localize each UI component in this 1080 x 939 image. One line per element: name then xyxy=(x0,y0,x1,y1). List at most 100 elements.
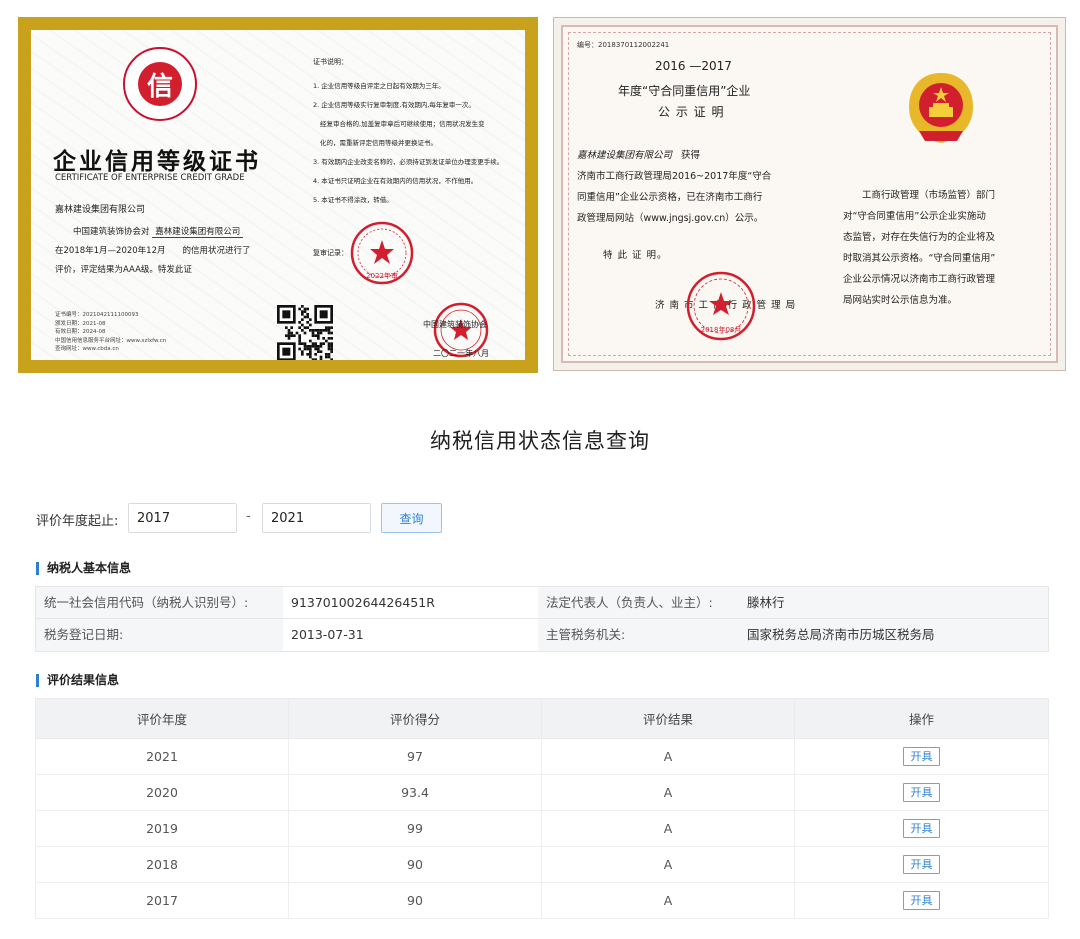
body-line: 态监管，对存在失信行为的企业将及 xyxy=(843,232,996,243)
taxpayer-basic-info: 统一社会信用代码（纳税人识别号）: 91370100264426451R 法定代… xyxy=(35,586,1049,652)
certificate-subtitle: CERTIFICATE OF ENTERPRISE CREDIT GRADE xyxy=(55,173,245,183)
meta-line: 有效日期：2024-08 xyxy=(55,329,106,335)
review-label: 复审记录： xyxy=(313,249,348,257)
table-row: 2018 90 A 开具 xyxy=(35,846,1049,883)
column-header: 操作 xyxy=(794,698,1049,739)
section-heading-basic-info: 纳税人基本信息 xyxy=(36,562,131,575)
body-line: 同重信用”企业公示资格，已在济南市工商行 xyxy=(577,192,763,203)
certificate-meta: 证书编号：2021042111100093 颁发日期：2021-08 有效日期：20… xyxy=(55,311,166,354)
body-line: 工商行政管理（市场监管）部门 xyxy=(843,190,996,201)
body-line: 企业公示情况以济南市工商行政管理 xyxy=(843,274,996,285)
cell-score: 97 xyxy=(288,738,542,775)
meta-line: 证书编号：2021042111100093 xyxy=(55,312,139,318)
certificate-serial: 编号：2018370112002241 xyxy=(577,41,670,49)
certificate-frame: 编号：2018370112002241 2016 —2017 年度“守合同重信用… xyxy=(561,25,1058,363)
cell-year: 2019 xyxy=(35,810,289,847)
certificate-line-1: 中国建筑装饰协会对 嘉林建设集团有限公司 xyxy=(55,225,244,238)
certificate-body-left: 嘉林建设集团有限公司 获得 济南市工商行政管理局2016~2017年度“守合 同重信… xyxy=(577,145,815,229)
year-to-input[interactable] xyxy=(262,503,371,533)
search-button[interactable]: 查询 xyxy=(381,503,442,533)
national-emblem-icon xyxy=(909,73,973,143)
certificate-title-line-2: 公 示 证 明 xyxy=(658,105,725,119)
note-item: 2. 企业信用等级实行复审制度,有效期内,每年复审一次。 xyxy=(313,101,475,109)
certificate-year-range: 2016 —2017 xyxy=(655,59,732,73)
cell-score: 90 xyxy=(288,846,542,883)
authority-seal-icon: 2018年08月 xyxy=(686,271,756,341)
cell-year: 2021 xyxy=(35,738,289,775)
cell-result: A xyxy=(541,882,795,919)
cell-action: 开具 xyxy=(794,738,1049,775)
legal-rep-value: 滕林行 xyxy=(739,587,1048,618)
section-heading-evaluation: 评价结果信息 xyxy=(36,674,119,687)
note-item: 3. 有效期内企业改变名称的，必须持证到发证单位办理变更手续。 xyxy=(313,158,504,166)
certificate-title: 企业信用等级证书 xyxy=(53,148,261,175)
reg-date-label: 税务登记日期: xyxy=(36,619,283,651)
notes-heading: 证书说明： xyxy=(313,58,348,66)
year-from-input[interactable] xyxy=(128,503,237,533)
issue-button[interactable]: 开具 xyxy=(903,747,940,766)
evaluation-table: 评价年度 评价得分 评价结果 操作 2021 97 A 开具 2020 93.4 A 开具 20… xyxy=(35,698,1049,919)
info-row: 税务登记日期: 2013-07-31 主管税务机关: 国家税务总局济南市历城区税… xyxy=(36,619,1048,651)
logo-glyph: 信 xyxy=(138,62,182,106)
table-header-row: 评价年度 评价得分 评价结果 操作 xyxy=(35,698,1049,739)
range-separator: - xyxy=(246,509,251,524)
review-seal-icon: 2022年审 xyxy=(350,221,414,285)
cell-result: A xyxy=(541,846,795,883)
cell-action: 开具 xyxy=(794,846,1049,883)
meta-line: 颁发日期：2021-08 xyxy=(55,320,106,327)
credit-publicity-certificate-image: 编号：2018370112002241 2016 —2017 年度“守合同重信用… xyxy=(553,17,1066,371)
cell-score: 90 xyxy=(288,882,542,919)
credit-code-label: 统一社会信用代码（纳税人识别号）: xyxy=(36,587,283,618)
issue-button[interactable]: 开具 xyxy=(903,819,940,838)
cell-score: 99 xyxy=(288,810,542,847)
body-line: 对“守合同重信用”公示企业实施动 xyxy=(843,211,986,222)
notes-list: 1. 企业信用等级自评定之日起有效期为三年。 2. 企业信用等级实行复审制度,有效… xyxy=(313,77,525,210)
cell-result: A xyxy=(541,810,795,847)
cell-year: 2017 xyxy=(35,882,289,919)
body-line: 获得 xyxy=(681,150,701,161)
body-line: 政管理局网站（www.jngsj.gov.cn）公示。 xyxy=(577,213,764,224)
credit-code-value: 91370100264426451R xyxy=(283,587,538,618)
tax-authority-value: 国家税务总局济南市历城区税务局 xyxy=(739,619,1048,651)
table-row: 2017 90 A 开具 xyxy=(35,882,1049,919)
meta-line: 中国信用信息服务平台网址：www.xzlxfw.cn xyxy=(55,337,167,344)
review-stamp-text: 2022年审 xyxy=(366,271,398,280)
cell-action: 开具 xyxy=(794,774,1049,811)
note-item: 化的，需重新评定信用等级并更换证书。 xyxy=(320,139,437,147)
meta-line: 查询网址：www.cbda.cn xyxy=(55,346,119,352)
column-header: 评价年度 xyxy=(35,698,289,739)
certificate-paper: 信 企业信用等级证书 CERTIFICATE OF ENTERPRISE CRE… xyxy=(31,30,525,360)
qr-code-icon xyxy=(277,305,333,360)
body-line: 局网站实时公示信息为准。 xyxy=(843,295,958,306)
year-range-label: 评价年度起止: xyxy=(36,514,119,529)
certificate-title-line-1: 年度“守合同重信用”企业 xyxy=(618,84,751,98)
issue-button[interactable]: 开具 xyxy=(903,891,940,910)
info-row: 统一社会信用代码（纳税人识别号）: 91370100264426451R 法定代… xyxy=(36,587,1048,619)
certificate-line-2: 在2018年1月—2020年12月 的信用状况进行了 xyxy=(55,246,251,256)
special-note: 特 此 证 明。 xyxy=(603,250,668,261)
cell-score: 93.4 xyxy=(288,774,542,811)
table-row: 2019 99 A 开具 xyxy=(35,810,1049,847)
cell-action: 开具 xyxy=(794,810,1049,847)
column-header: 评价结果 xyxy=(541,698,795,739)
note-item: 1. 企业信用等级自评定之日起有效期为三年。 xyxy=(313,82,445,90)
issue-button[interactable]: 开具 xyxy=(903,783,940,802)
credit-logo-icon: 信 xyxy=(123,47,197,121)
issue-button[interactable]: 开具 xyxy=(903,855,940,874)
table-row: 2021 97 A 开具 xyxy=(35,738,1049,775)
column-header: 评价得分 xyxy=(288,698,542,739)
tax-authority-label: 主管税务机关: xyxy=(538,619,739,651)
note-item: 经复审合格的,加盖复审章后可继续使用；信用状况发生变 xyxy=(320,120,485,128)
certificate-line-3: 评价，评定结果为AAA级。特发此证 xyxy=(55,265,192,275)
note-item: 4. 本证书只证明企业在有效期内的信用状况，不作他用。 xyxy=(313,177,478,185)
stamp-date: 2018年08月 xyxy=(701,325,742,334)
cell-action: 开具 xyxy=(794,882,1049,919)
cell-year: 2018 xyxy=(35,846,289,883)
reg-date-value: 2013-07-31 xyxy=(283,619,538,651)
certified-company: 嘉林建设集团有限公司 xyxy=(577,150,673,161)
certificate-date: 二〇二一年八月 xyxy=(433,349,489,358)
certificate-body-right: 工商行政管理（市场监管）部门 对“守合同重信用”公示企业实施动 态监管，对存在失信行… xyxy=(843,185,1056,311)
page-title: 纳税信用状态信息查询 xyxy=(430,429,650,453)
cell-result: A xyxy=(541,738,795,775)
cell-result: A xyxy=(541,774,795,811)
